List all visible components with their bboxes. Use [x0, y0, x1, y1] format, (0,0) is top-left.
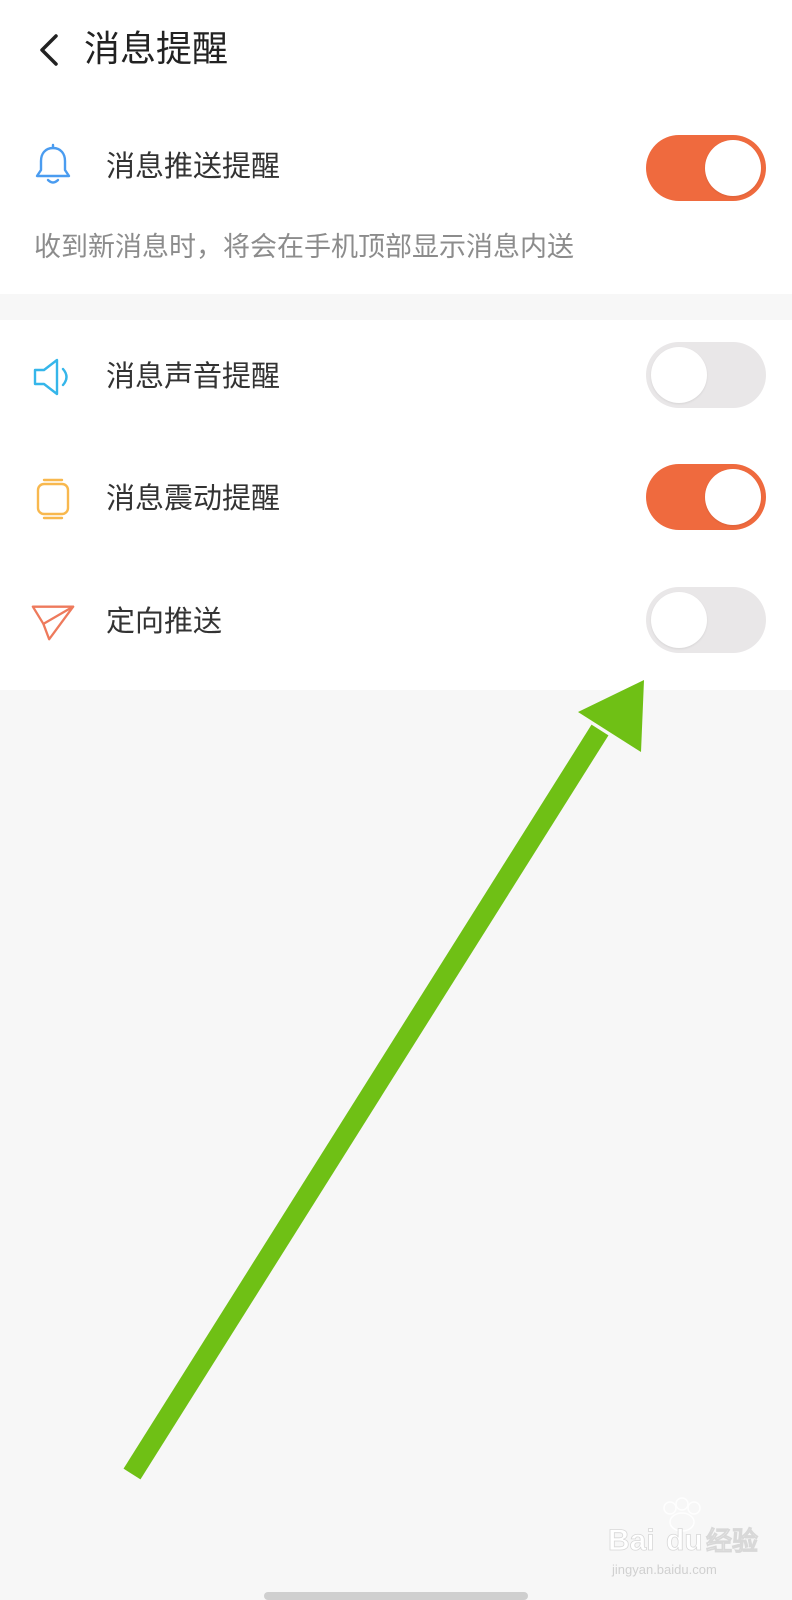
toggle-knob: [705, 469, 761, 525]
vibrate-icon: [30, 476, 76, 522]
push-settings-card: 消息推送提醒 收到新消息时，将会在手机顶部显示消息内送: [0, 104, 792, 294]
page-title: 消息提醒: [84, 29, 229, 70]
toggle-knob: [651, 347, 707, 403]
paper-plane-icon: [30, 599, 76, 645]
svg-text:经验: 经验: [706, 1526, 758, 1557]
setting-row-vibrate: 消息震动提醒: [0, 442, 792, 552]
setting-row-targeted: 定向推送: [0, 565, 792, 675]
speaker-icon: [30, 354, 76, 400]
baidu-watermark: Bai du 经验 jingyan.baidu.com: [606, 1490, 776, 1580]
setting-label-push: 消息推送提醒: [106, 149, 281, 183]
svg-text:jingyan.baidu.com: jingyan.baidu.com: [611, 1562, 717, 1577]
targeted-toggle[interactable]: [646, 587, 766, 653]
setting-label-targeted: 定向推送: [106, 604, 223, 638]
vibrate-toggle[interactable]: [646, 464, 766, 530]
push-toggle[interactable]: [646, 135, 766, 201]
chevron-left-icon: [40, 34, 58, 66]
svg-text:du: du: [666, 1524, 703, 1557]
bell-icon: [30, 142, 76, 188]
home-indicator[interactable]: [264, 1592, 528, 1600]
alert-settings-card: 消息声音提醒 消息震动提醒 定向推送: [0, 320, 792, 690]
top-bar: 消息提醒: [0, 0, 792, 104]
setting-row-push: 消息推送提醒: [0, 110, 792, 220]
setting-label-sound: 消息声音提醒: [106, 359, 281, 393]
toggle-knob: [651, 592, 707, 648]
sound-toggle[interactable]: [646, 342, 766, 408]
setting-row-sound: 消息声音提醒: [0, 320, 792, 430]
setting-label-vibrate: 消息震动提醒: [106, 481, 281, 515]
push-description: 收到新消息时，将会在手机顶部显示消息内送: [34, 232, 574, 263]
back-button[interactable]: [28, 26, 68, 74]
toggle-knob: [705, 140, 761, 196]
svg-text:Bai: Bai: [608, 1524, 655, 1557]
